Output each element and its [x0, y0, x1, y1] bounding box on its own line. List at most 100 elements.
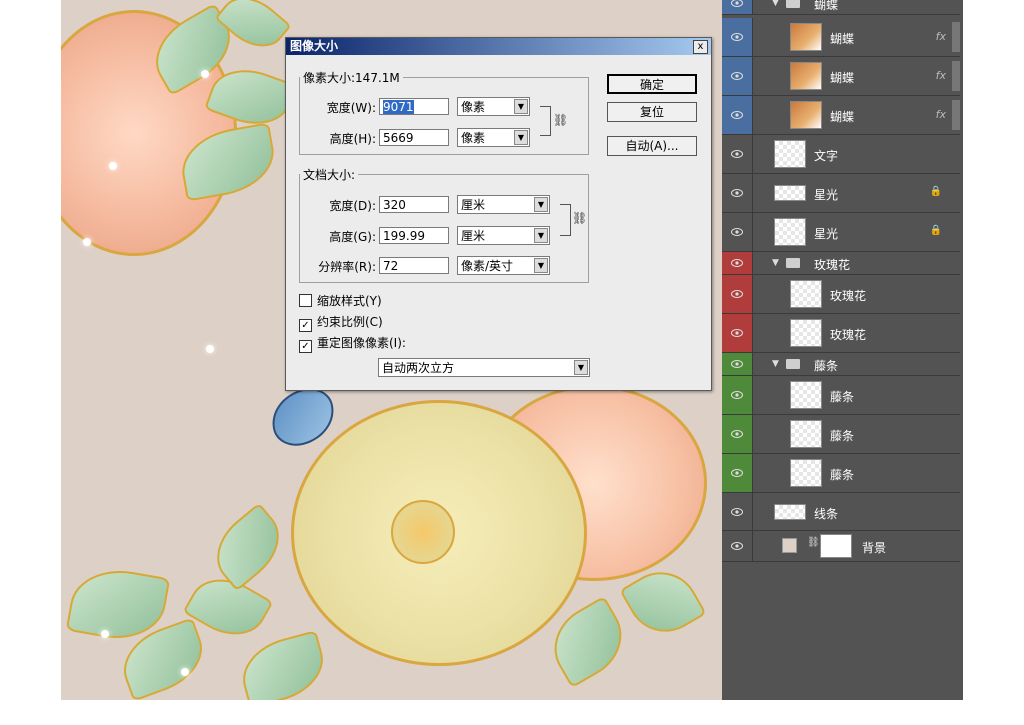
dialog-titlebar[interactable]: 图像大小 x	[286, 38, 711, 55]
layer-effects-icon[interactable]: fx	[936, 69, 946, 82]
layer-row[interactable]: 星光 🔒	[722, 213, 960, 252]
folder-icon	[786, 0, 800, 8]
visibility-eye-icon[interactable]	[722, 0, 753, 14]
layer-row[interactable]: 玫瑰花	[722, 275, 960, 314]
layer-row[interactable]: 文字	[722, 135, 960, 174]
pixel-width-unit-select[interactable]: 像素 ▼	[457, 97, 530, 116]
layer-thumbnail	[790, 420, 822, 448]
document-size-legend: 文档大小:	[303, 168, 356, 182]
visibility-eye-icon[interactable]	[722, 353, 753, 375]
pixel-height-unit-select[interactable]: 像素 ▼	[457, 128, 530, 147]
chain-link-icon: ⛓	[572, 211, 588, 225]
pixel-height-input[interactable]: 5669	[379, 129, 449, 146]
resample-method-select[interactable]: 自动两次立方 ▼	[378, 358, 590, 377]
effects-expand-toggle[interactable]	[952, 61, 960, 91]
layer-group-row[interactable]: ▼ 蝴蝶	[722, 0, 960, 15]
doc-height-label: 高度(G):	[329, 230, 376, 244]
scale-styles-checkbox[interactable]: 缩放样式(Y)	[299, 294, 382, 308]
layer-thumbnail	[774, 140, 806, 168]
resolution-input[interactable]: 72	[379, 257, 449, 274]
layer-name: 藤条	[814, 359, 839, 373]
layer-name: 蝴蝶	[814, 0, 839, 12]
layer-row[interactable]: 藤条	[722, 376, 960, 415]
layer-row[interactable]: 玫瑰花	[722, 314, 960, 353]
layer-row[interactable]: 藤条	[722, 454, 960, 493]
layer-row[interactable]: 蝴蝶 fx	[722, 57, 960, 96]
effects-expand-toggle[interactable]	[952, 100, 960, 130]
visibility-eye-icon[interactable]	[722, 18, 753, 56]
visibility-eye-icon[interactable]	[722, 174, 753, 212]
visibility-eye-icon[interactable]	[722, 57, 753, 95]
visibility-eye-icon[interactable]	[722, 531, 753, 561]
layer-name: 星光	[814, 227, 839, 241]
layer-group-row[interactable]: ▼ 藤条	[722, 353, 960, 376]
visibility-eye-icon[interactable]	[722, 275, 753, 313]
layer-thumbnail	[774, 185, 806, 201]
resolution-unit-select[interactable]: 像素/英寸 ▼	[457, 256, 550, 275]
layer-name: 藤条	[830, 468, 855, 482]
constrain-proportions-checkbox[interactable]: ✓ 约束比例(C)	[299, 315, 383, 332]
expand-triangle-icon[interactable]: ▼	[772, 0, 779, 8]
layer-name: 藤条	[830, 390, 855, 404]
visibility-eye-icon[interactable]	[722, 252, 753, 274]
ok-button[interactable]: 确定	[607, 74, 697, 94]
chevron-down-icon: ▼	[514, 99, 528, 114]
layer-name: 玫瑰花	[830, 289, 867, 303]
layer-effects-icon[interactable]: fx	[936, 30, 946, 43]
sparkle	[181, 668, 189, 676]
visibility-eye-icon[interactable]	[722, 96, 753, 134]
doc-height-input[interactable]: 199.99	[379, 227, 449, 244]
visibility-eye-icon[interactable]	[722, 415, 753, 453]
layer-row[interactable]: 星光 🔒	[722, 174, 960, 213]
doc-width-label: 宽度(D):	[329, 199, 376, 213]
pixel-link-bracket	[540, 106, 551, 136]
layer-mask-thumbnail	[820, 534, 852, 558]
pixel-height-value: 5669	[383, 131, 414, 145]
layer-row[interactable]: ⛓ 背景	[722, 531, 960, 562]
visibility-eye-icon[interactable]	[722, 213, 753, 251]
layer-thumbnail	[790, 319, 822, 347]
rose-yellow-center	[391, 500, 455, 564]
reset-button[interactable]: 复位	[607, 102, 697, 122]
layer-row[interactable]: 线条	[722, 493, 960, 531]
expand-triangle-icon[interactable]: ▼	[772, 359, 779, 369]
sparkle	[206, 345, 214, 353]
layer-thumbnail	[790, 280, 822, 308]
auto-button[interactable]: 自动(A)...	[607, 136, 697, 156]
layer-row[interactable]: 蝴蝶 fx	[722, 18, 960, 57]
chevron-down-icon: ▼	[534, 197, 548, 212]
doc-height-unit-select[interactable]: 厘米 ▼	[457, 226, 550, 245]
background-color-swatch	[782, 538, 797, 553]
layer-row[interactable]: 蝴蝶 fx	[722, 96, 960, 135]
pixel-height-unit: 像素	[461, 131, 486, 145]
doc-height-value: 199.99	[383, 229, 425, 243]
leaf	[234, 630, 332, 700]
visibility-eye-icon[interactable]	[722, 314, 753, 352]
layer-thumbnail	[790, 101, 822, 129]
visibility-eye-icon[interactable]	[722, 376, 753, 414]
scale-styles-label: 缩放样式(Y)	[317, 294, 382, 308]
butterfly	[265, 382, 341, 452]
layers-panel: ▼ 蝴蝶 蝴蝶 fx 蝴蝶 fx 蝴蝶 fx 文字 星光 🔒 星光 🔒 ▼ 玫瑰花 玫瑰花 玫瑰花 ▼ 藤条 藤条 藤条…	[722, 0, 963, 700]
resample-method: 自动两次立方	[382, 361, 455, 375]
layer-group-row[interactable]: ▼ 玫瑰花	[722, 252, 960, 275]
layer-thumbnail	[790, 62, 822, 90]
layer-row[interactable]: 藤条	[722, 415, 960, 454]
checkbox-unchecked-icon	[299, 294, 312, 307]
pixel-height-label: 高度(H):	[329, 132, 376, 146]
dialog-title: 图像大小	[290, 39, 339, 53]
visibility-eye-icon[interactable]	[722, 454, 753, 492]
lock-icon: 🔒	[929, 186, 942, 197]
effects-expand-toggle[interactable]	[952, 22, 960, 52]
close-button[interactable]: x	[693, 40, 708, 54]
layer-effects-icon[interactable]: fx	[936, 108, 946, 121]
visibility-eye-icon[interactable]	[722, 493, 753, 530]
resample-checkbox[interactable]: ✓ 重定图像像素(I):	[299, 336, 406, 353]
layer-thumbnail	[774, 218, 806, 246]
doc-width-unit-select[interactable]: 厘米 ▼	[457, 195, 550, 214]
visibility-eye-icon[interactable]	[722, 135, 753, 173]
doc-width-input[interactable]: 320	[379, 196, 449, 213]
expand-triangle-icon[interactable]: ▼	[772, 258, 779, 268]
pixel-dimensions-legend: 像素大小:147.1M	[303, 71, 400, 85]
pixel-width-input[interactable]: 9071	[379, 98, 449, 115]
